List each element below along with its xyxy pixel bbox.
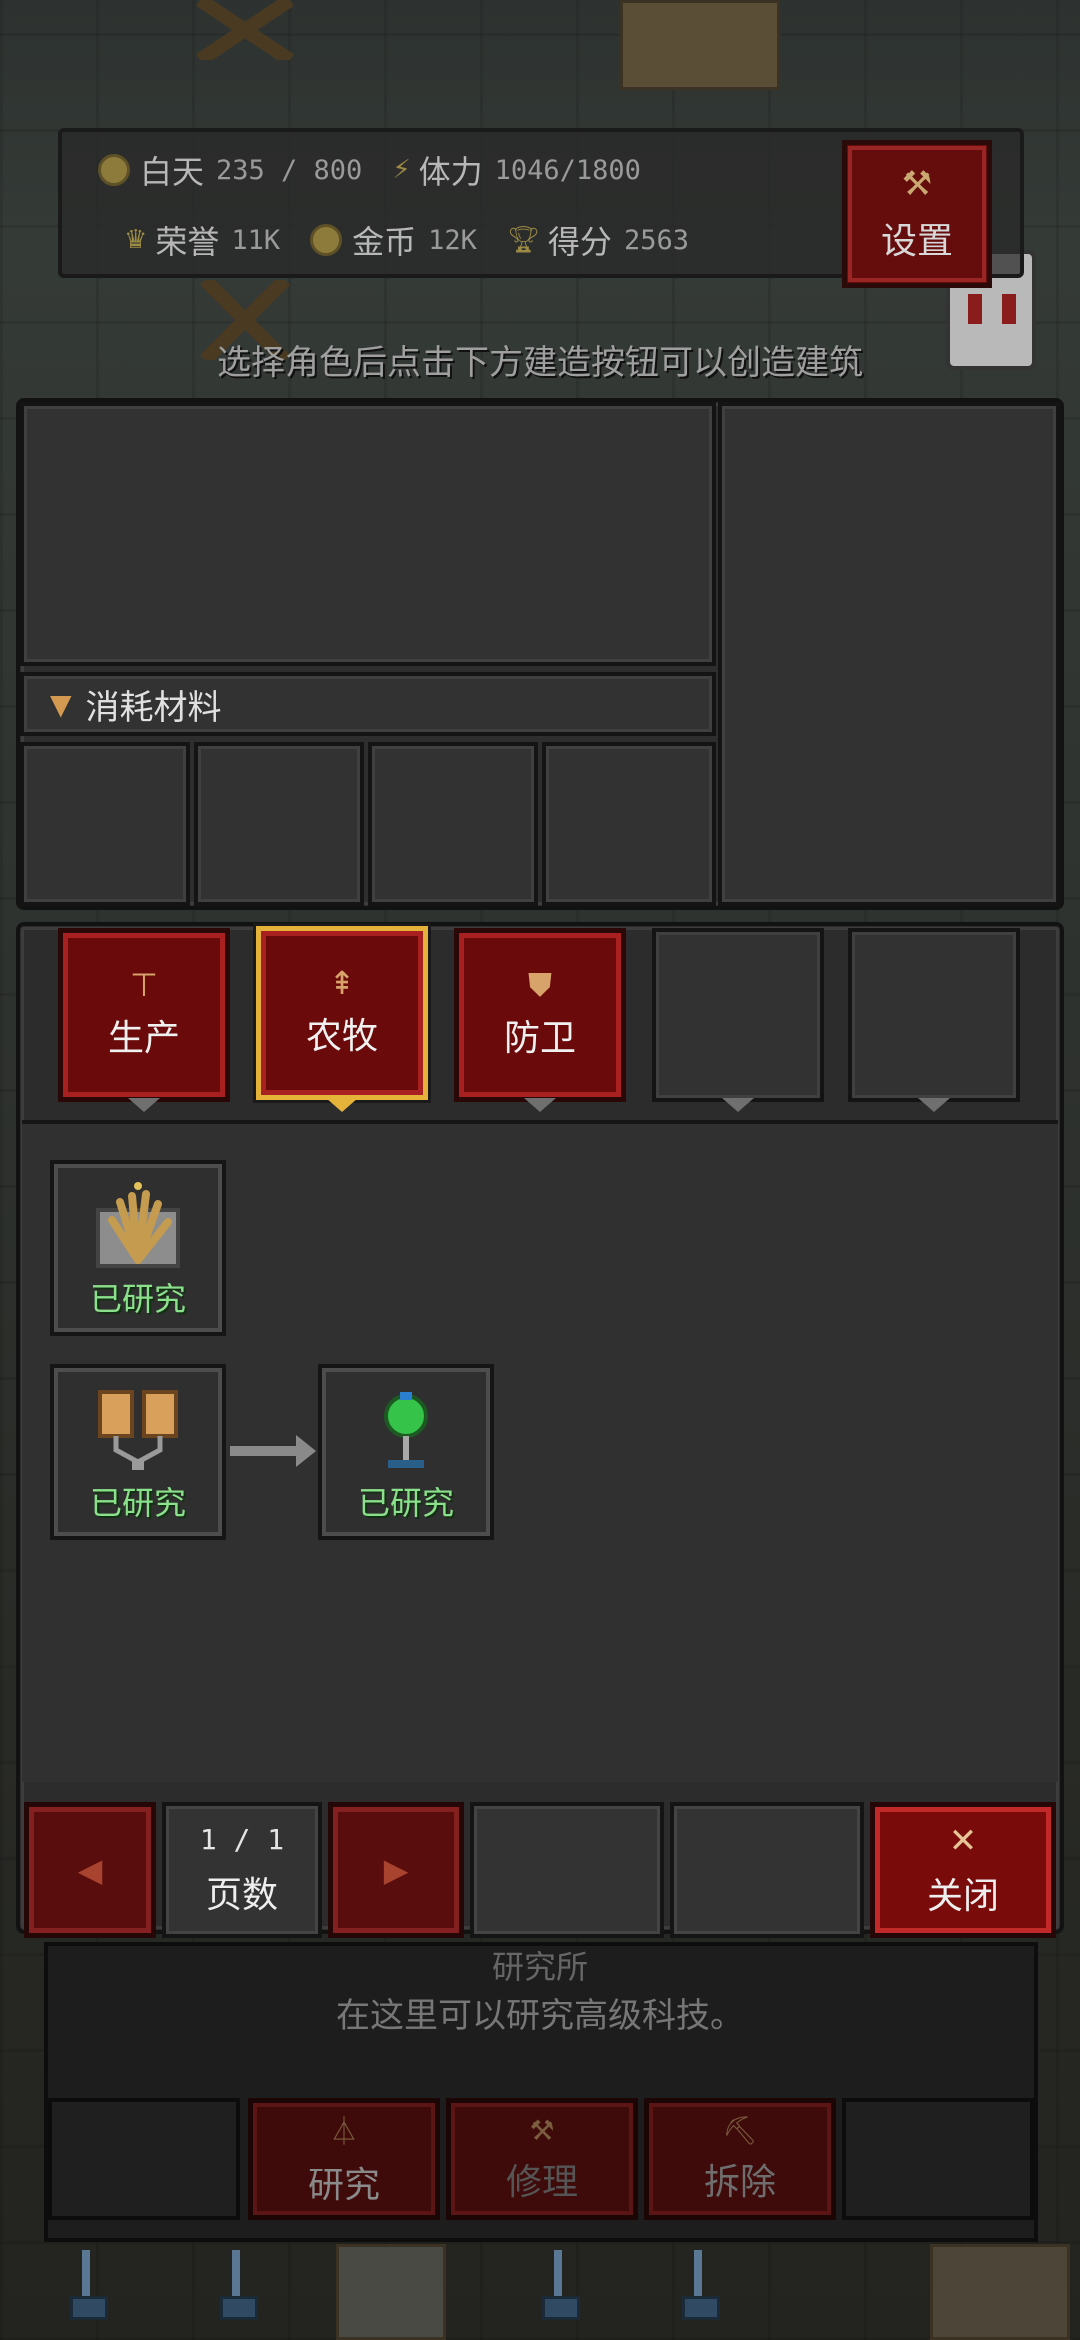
demolish-button[interactable]: ⛏ 拆除 <box>644 2098 836 2220</box>
lamp-stand <box>536 2250 580 2320</box>
empty-action-slot <box>48 2098 240 2220</box>
jars-icon <box>98 1390 178 1470</box>
tab-farming[interactable]: ⇞ 农牧 <box>256 926 428 1100</box>
tab-label: 生产 <box>107 1018 180 1059</box>
wrench-icon: ⚒ <box>901 164 933 204</box>
left-arrow-icon: ◀ <box>77 1851 103 1889</box>
tab-pointer <box>128 1098 160 1112</box>
flask-icon <box>384 1392 428 1468</box>
hud-row-2: ♛ 荣誉 11K 金币 12K 🏆︎ 得分 2563 <box>124 212 719 268</box>
close-button[interactable]: ✕ 关闭 <box>870 1802 1056 1938</box>
material-slot <box>542 742 716 906</box>
preview-area <box>20 402 716 666</box>
day-value: 235 / 800 <box>216 154 363 186</box>
material-slot <box>368 742 538 906</box>
settings-label: 设置 <box>880 221 953 262</box>
action-label: 拆除 <box>703 2161 776 2203</box>
action-label: 研究 <box>307 2165 380 2206</box>
close-icon: ✕ <box>948 1821 978 1861</box>
research-status: 已研究 <box>89 1484 186 1522</box>
stamina-icon: ⚡ <box>392 155 411 185</box>
repair-button[interactable]: ⚒ 修理 <box>446 2098 638 2220</box>
coin-icon <box>310 224 343 256</box>
tab-pointer <box>918 1098 950 1112</box>
tab-pointer-active <box>326 1098 358 1112</box>
hammer-icon: ⚒ <box>529 2113 555 2147</box>
empty-nav-slot <box>470 1802 664 1938</box>
tech-node-flask[interactable]: 已研究 <box>318 1364 494 1540</box>
tab-defense[interactable]: ⛊ 防卫 <box>454 928 626 1102</box>
tree-icon: ⇞ <box>328 964 356 1002</box>
settings-button[interactable]: ⚒ 设置 <box>842 140 992 288</box>
tree-connector-arrow <box>296 1435 316 1467</box>
shield-icon: ⛊ <box>527 966 552 1004</box>
gold-label: 金币 <box>352 223 417 261</box>
day-label: 白天 <box>140 153 205 191</box>
action-label: 修理 <box>505 2161 578 2203</box>
tab-pointer <box>722 1098 754 1112</box>
honor-label: 荣誉 <box>155 223 220 261</box>
score-label: 得分 <box>547 223 612 261</box>
hud-row-1: 白天 235 / 800 ⚡ 体力 1046/1800 <box>98 142 671 198</box>
material-slot <box>20 742 190 906</box>
tree-connector <box>230 1446 296 1456</box>
pickaxe-icon: ⛏ <box>722 2113 758 2147</box>
sun-icon <box>98 154 130 186</box>
lamp-stand <box>214 2250 258 2320</box>
lamp-stand <box>676 2250 720 2320</box>
tech-node-wheat[interactable]: 已研究 <box>50 1160 226 1336</box>
page-label: 页数 <box>205 1874 278 1916</box>
materials-label: 消耗材料 <box>85 687 222 728</box>
lamp-stand <box>64 2250 108 2320</box>
stamina-value: 1046/1800 <box>494 154 641 186</box>
material-slot <box>194 742 364 906</box>
close-label: 关闭 <box>926 1876 999 1917</box>
trophy-icon: 🏆︎ <box>506 225 540 255</box>
stamina-label: 体力 <box>418 153 483 191</box>
down-arrow-icon: ▼ <box>50 687 72 721</box>
research-status: 已研究 <box>89 1280 186 1318</box>
detail-area <box>718 402 1060 906</box>
anvil-icon: ⊤ <box>130 966 158 1004</box>
honor-value: 11K <box>231 224 281 256</box>
floor-tile <box>336 2244 446 2340</box>
shop-building <box>930 2244 1070 2340</box>
next-page-button[interactable]: ▶ <box>328 1802 464 1938</box>
crown-icon: ♛ <box>124 225 148 255</box>
empty-nav-slot <box>670 1802 864 1938</box>
page-number: 1 / 1 <box>199 1822 285 1856</box>
building-description: 在这里可以研究高级科技。 <box>336 1996 744 2036</box>
tech-node-jars[interactable]: 已研究 <box>50 1364 226 1540</box>
gold-value: 12K <box>428 224 477 256</box>
building-name: 研究所 <box>491 1948 588 1986</box>
tab-label: 农牧 <box>305 1016 378 1057</box>
research-status: 已研究 <box>357 1484 454 1522</box>
floor-rug <box>620 0 780 90</box>
score-value: 2563 <box>623 224 689 256</box>
right-arrow-icon: ▶ <box>383 1851 409 1889</box>
tab-pointer <box>524 1098 556 1112</box>
tab-empty[interactable] <box>848 928 1020 1102</box>
build-hint-text: 选择角色后点击下方建造按钮可以创造建筑 <box>217 343 863 383</box>
tab-empty[interactable] <box>652 928 824 1102</box>
tab-production[interactable]: ⊤ 生产 <box>58 928 230 1102</box>
wheat-icon <box>96 1182 180 1268</box>
empty-action-slot <box>842 2098 1034 2220</box>
top-crossed-swords-icon <box>190 0 300 66</box>
materials-header: ▼ 消耗材料 <box>20 672 716 736</box>
page-indicator: 1 / 1 页数 <box>162 1802 322 1938</box>
prev-page-button[interactable]: ◀ <box>24 1802 156 1938</box>
tab-label: 防卫 <box>503 1018 576 1059</box>
flask-icon: ⏃ <box>329 2115 358 2148</box>
research-button[interactable]: ⏃ 研究 <box>248 2098 440 2220</box>
